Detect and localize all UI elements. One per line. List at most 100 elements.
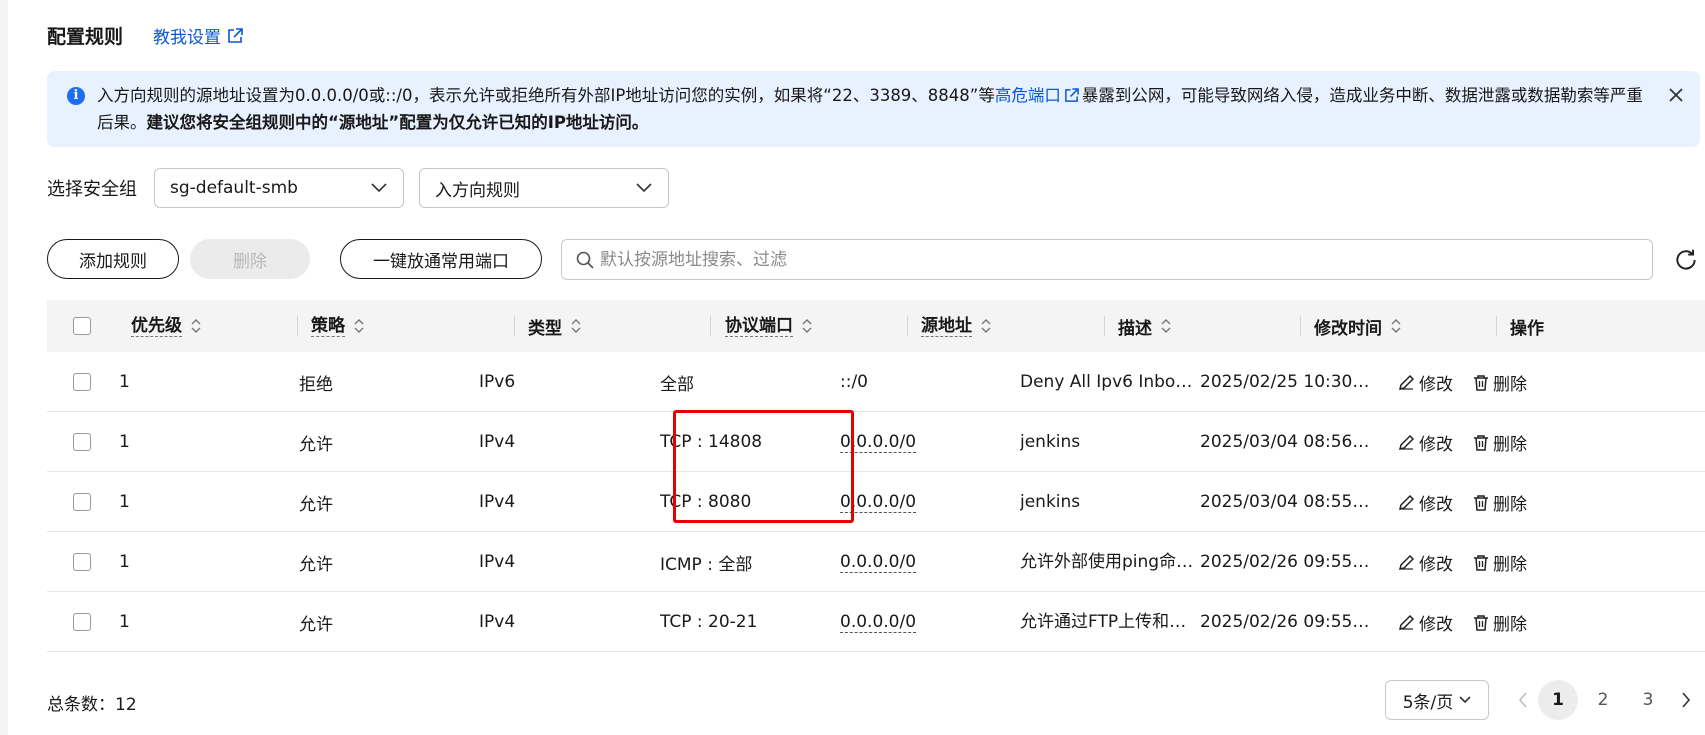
delete-row-button[interactable]: 删除: [1473, 610, 1527, 635]
cell-port-text: 全部: [660, 374, 694, 395]
edit-button[interactable]: 修改: [1398, 490, 1453, 515]
help-link[interactable]: 教我设置: [153, 23, 243, 48]
sort-icon[interactable]: [980, 318, 992, 334]
row-checkbox[interactable]: [73, 373, 91, 391]
cell-policy: 允许: [299, 532, 499, 592]
chevron-down-icon: [1459, 696, 1471, 704]
row-checkbox[interactable]: [73, 613, 91, 631]
sort-icon[interactable]: [1390, 318, 1402, 334]
cell-time-text: 2025/03/04 08:56:41 ...: [1200, 432, 1373, 452]
page-button-1[interactable]: 1: [1538, 680, 1578, 720]
delete-button[interactable]: 删除: [190, 239, 310, 279]
prev-page-button[interactable]: [1513, 680, 1533, 720]
cell-actions: 修改 删除: [1398, 532, 1547, 592]
edit-button[interactable]: 修改: [1398, 370, 1453, 395]
delete-row-button[interactable]: 删除: [1473, 490, 1527, 515]
cell-port: TCP : 20-21: [660, 592, 830, 652]
warning-alert: i 入方向规则的源地址设置为0.0.0.0/0或::/0，表示允许或拒绝所有外部…: [47, 71, 1700, 147]
delete-label: 删除: [1493, 554, 1527, 575]
edit-label: 修改: [1419, 614, 1453, 635]
cell-time-text: 2025/02/25 10:30:17 ...: [1200, 372, 1373, 392]
column-header-priority[interactable]: 优先级: [131, 300, 202, 352]
cell-port-text: TCP : 14808: [660, 432, 763, 452]
column-header-policy[interactable]: 策略: [311, 300, 365, 352]
cell-port-text: TCP : 20-21: [660, 612, 758, 632]
chevron-right-icon: [1682, 692, 1691, 708]
cell-type-text: IPv6: [479, 372, 516, 392]
security-group-select[interactable]: sg-default-smb: [154, 168, 404, 208]
close-icon[interactable]: [1666, 85, 1686, 105]
cell-port-text: ICMP : 全部: [660, 554, 753, 575]
direction-value: 入方向规则: [435, 180, 520, 201]
header: 配置规则 教我设置: [47, 22, 243, 49]
edit-label: 修改: [1419, 434, 1453, 455]
high-risk-ports-link[interactable]: 高危端口: [995, 86, 1082, 105]
sort-icon[interactable]: [190, 318, 202, 334]
edit-icon: [1398, 494, 1415, 510]
delete-label: 删除: [1493, 374, 1527, 395]
edit-button[interactable]: 修改: [1398, 550, 1453, 575]
edit-label: 修改: [1419, 374, 1453, 395]
column-header-modified[interactable]: 修改时间: [1314, 300, 1402, 352]
cell-priority: 1: [119, 532, 279, 592]
trash-icon: [1474, 614, 1488, 631]
table-body: 1 拒绝 IPv6 全部::/0 Deny All Ipv6 Inbound ...20…: [47, 352, 1705, 652]
page-size-select[interactable]: 5条/页: [1385, 680, 1489, 720]
cell-source-text: 0.0.0.0/0: [840, 431, 917, 453]
cell-type-text: IPv4: [479, 492, 516, 512]
search-input[interactable]: [600, 249, 1600, 270]
cell-desc-text: jenkins: [1020, 492, 1081, 512]
sort-icon[interactable]: [570, 318, 582, 334]
alert-bold-text: 建议您将安全组规则中的“源地址”配置为仅允许已知的IP地址访问。: [146, 113, 649, 132]
cell-desc-text: 允许通过FTP上传和下...: [1020, 612, 1198, 632]
page-button-2[interactable]: 2: [1583, 680, 1623, 720]
row-select-cell: [73, 592, 91, 652]
edit-button[interactable]: 修改: [1398, 610, 1453, 635]
cell-type: IPv4: [479, 532, 649, 592]
delete-row-button[interactable]: 删除: [1473, 370, 1527, 395]
column-header-description[interactable]: 描述: [1118, 300, 1172, 352]
column-header-label: 描述: [1118, 318, 1152, 339]
column-header-type[interactable]: 类型: [528, 300, 582, 352]
delete-row-button[interactable]: 删除: [1473, 430, 1527, 455]
edit-button[interactable]: 修改: [1398, 430, 1453, 455]
table-row: 1 允许 IPv4 TCP : 8080 0.0.0.0/0 jenkins 2025/03…: [47, 472, 1705, 532]
cell-desc: Deny All Ipv6 Inbound ...: [1020, 352, 1198, 412]
sort-icon[interactable]: [801, 318, 813, 334]
cell-source-text: 0.0.0.0/0: [840, 611, 917, 633]
alert-text: 入方向规则的源地址设置为0.0.0.0/0或::/0，表示允许或拒绝所有外部IP…: [97, 82, 1657, 136]
cell-source-text: 0.0.0.0/0: [840, 551, 917, 573]
row-select-cell: [73, 472, 91, 532]
table-row: 1 允许 IPv4 TCP : 20-21 0.0.0.0/0 允许通过FTP上传和下..…: [47, 592, 1705, 652]
column-header-label: 操作: [1510, 318, 1544, 339]
refresh-icon[interactable]: [1673, 247, 1699, 273]
column-header-source[interactable]: 源地址: [921, 300, 992, 352]
row-select-cell: [73, 352, 91, 412]
sort-icon[interactable]: [1160, 318, 1172, 334]
column-divider: [297, 316, 298, 336]
pagination: 5条/页 1 2 3: [1385, 680, 1696, 720]
cell-priority-text: 1: [119, 372, 130, 392]
table-row: 1 拒绝 IPv6 全部::/0 Deny All Ipv6 Inbound ...20…: [47, 352, 1705, 412]
row-checkbox[interactable]: [73, 553, 91, 571]
cell-policy: 允许: [299, 412, 499, 472]
cell-priority-text: 1: [119, 492, 130, 512]
alert-text-before: 入方向规则的源地址设置为0.0.0.0/0或::/0，表示允许或拒绝所有外部IP…: [97, 86, 995, 105]
select-all-checkbox[interactable]: [73, 317, 91, 335]
direction-select[interactable]: 入方向规则: [419, 168, 669, 208]
cell-priority: 1: [119, 592, 279, 652]
delete-row-button[interactable]: 删除: [1473, 550, 1527, 575]
open-common-ports-button[interactable]: 一键放通常用端口: [340, 239, 542, 279]
row-checkbox[interactable]: [73, 433, 91, 451]
cell-type-text: IPv4: [479, 432, 516, 452]
cell-port: ICMP : 全部: [660, 532, 830, 592]
page-button-3[interactable]: 3: [1628, 680, 1668, 720]
column-header-port[interactable]: 协议端口: [725, 300, 813, 352]
column-header-label: 源地址: [921, 315, 972, 337]
next-page-button[interactable]: [1676, 680, 1696, 720]
sort-icon[interactable]: [353, 318, 365, 334]
page-title: 配置规则: [47, 26, 124, 48]
row-checkbox[interactable]: [73, 493, 91, 511]
add-rule-button[interactable]: 添加规则: [47, 239, 179, 279]
column-divider: [514, 316, 515, 336]
